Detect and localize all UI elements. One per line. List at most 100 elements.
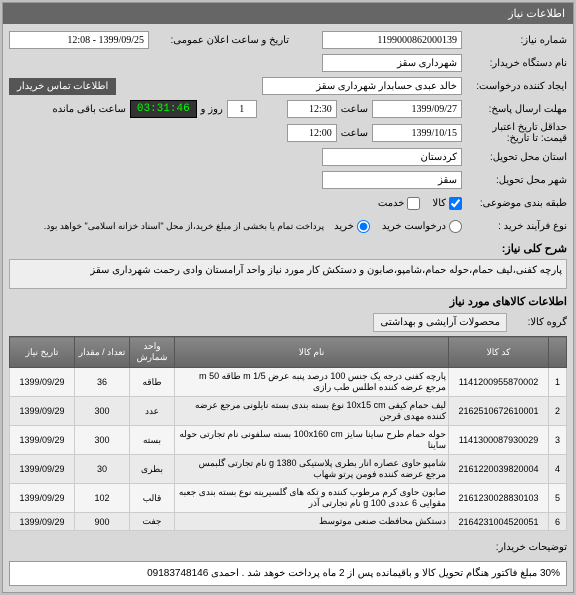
hour-label-1: ساعت <box>337 104 372 115</box>
cell-qty: 102 <box>75 484 130 513</box>
remaining-label: ساعت باقی مانده <box>48 104 129 115</box>
cell-unit: بسته <box>130 426 175 455</box>
payment-note: پرداخت تمام یا بخشی از مبلغ خرید،از محل … <box>44 221 324 232</box>
buyer-org-label: نام دستگاه خریدار: <box>462 58 567 69</box>
table-row[interactable]: 42161220039820004شامپو حاوی عصاره انار ب… <box>10 455 567 484</box>
need-number-input[interactable] <box>322 31 462 49</box>
validity-label: حداقل تاریخ اعتبار قیمت: تا تاریخ: <box>462 122 567 144</box>
budget-type-group: کالا خدمت <box>378 197 462 210</box>
ptype-a-label: درخواست خرید <box>382 221 446 232</box>
cell-name: دستکش محافظت صنعی موتوسط <box>175 513 449 531</box>
budget-goods-option[interactable]: کالا <box>432 197 462 210</box>
announce-label: تاریخ و ساعت اعلان عمومی: <box>149 35 289 46</box>
validity-time-input[interactable] <box>287 124 337 142</box>
deadline-date-input[interactable] <box>372 100 462 118</box>
contacts-button[interactable]: اطلاعات تماس خریدار <box>9 78 116 95</box>
cell-num: 6 <box>549 513 567 531</box>
cell-unit: طاقه <box>130 368 175 397</box>
cell-qty: 900 <box>75 513 130 531</box>
validity-date-input[interactable] <box>372 124 462 142</box>
cell-qty: 300 <box>75 397 130 426</box>
cell-name: صابون حاوی کرم مرطوب کننده و تکه های گلس… <box>175 484 449 513</box>
cell-date: 1399/09/29 <box>10 397 75 426</box>
cell-code: 1141300087930029 <box>449 426 549 455</box>
cell-date: 1399/09/29 <box>10 368 75 397</box>
cell-unit: عدد <box>130 397 175 426</box>
ptype-b-radio[interactable] <box>357 220 370 233</box>
cell-unit: جفت <box>130 513 175 531</box>
cell-name: پارچه کفنی درجه یک جنس 100 درصد پنبه عرض… <box>175 368 449 397</box>
cell-num: 2 <box>549 397 567 426</box>
th-code: کد کالا <box>449 337 549 368</box>
items-info-title: اطلاعات کالاهای مورد نیاز <box>9 295 567 308</box>
table-body: 11141200955870002پارچه کفنی درجه یک جنس … <box>10 368 567 531</box>
info-panel: اطلاعات نیاز شماره نیاز: تاریخ و ساعت اع… <box>2 2 574 593</box>
cell-code: 1141200955870002 <box>449 368 549 397</box>
cell-name: شامپو حاوی عصاره انار بطری پلاستیکی 1380… <box>175 455 449 484</box>
cell-unit: بطری <box>130 455 175 484</box>
city-input[interactable] <box>322 171 462 189</box>
cell-num: 1 <box>549 368 567 397</box>
buyer-notes-label: توضیحات خریدار: <box>462 542 567 553</box>
budget-goods-label: کالا <box>432 198 446 209</box>
th-unit: واحد شمارش <box>130 337 175 368</box>
cell-num: 4 <box>549 455 567 484</box>
cell-name: لیف حمام کیفی 10x15 cm نوع بسته بندی بست… <box>175 397 449 426</box>
deadline-time-input[interactable] <box>287 100 337 118</box>
table-row[interactable]: 31141300087930029حوله حمام طرح ساینا سای… <box>10 426 567 455</box>
panel-body: شماره نیاز: تاریخ و ساعت اعلان عمومی: نا… <box>3 24 573 592</box>
city-label: شهر محل تحویل: <box>462 175 567 186</box>
cell-date: 1399/09/29 <box>10 513 75 531</box>
group-label: گروه کالا: <box>507 317 567 328</box>
ptype-a-option[interactable]: درخواست خرید <box>382 220 462 233</box>
general-desc-box: پارچه کفنی،لیف حمام،حوله حمام،شامپو،صابو… <box>9 259 567 289</box>
budget-type-label: طبقه بندی موضوعی: <box>462 198 567 209</box>
cell-code: 2162510672610001 <box>449 397 549 426</box>
th-date: تاریخ نیاز <box>10 337 75 368</box>
cell-code: 2161220039820004 <box>449 455 549 484</box>
table-row[interactable]: 22162510672610001لیف حمام کیفی 10x15 cm … <box>10 397 567 426</box>
budget-service-label: خدمت <box>378 198 405 209</box>
deadline-label: مهلت ارسال پاسخ: <box>462 104 567 115</box>
cell-num: 3 <box>549 426 567 455</box>
purchase-type-group: درخواست خرید خرید <box>334 220 462 233</box>
creator-label: ایجاد کننده درخواست: <box>462 81 567 92</box>
th-name: نام کالا <box>175 337 449 368</box>
ptype-a-radio[interactable] <box>449 220 462 233</box>
countdown-timer: 03:31:46 <box>130 100 197 118</box>
table-row[interactable]: 11141200955870002پارچه کفنی درجه یک جنس … <box>10 368 567 397</box>
th-num <box>549 337 567 368</box>
ptype-b-option[interactable]: خرید <box>334 220 370 233</box>
cell-name: حوله حمام طرح ساینا سایز 100x160 cm بسته… <box>175 426 449 455</box>
budget-service-checkbox[interactable] <box>407 197 420 210</box>
cell-qty: 36 <box>75 368 130 397</box>
budget-service-option[interactable]: خدمت <box>378 197 421 210</box>
cell-code: 2164231004520051 <box>449 513 549 531</box>
items-table: کد کالا نام کالا واحد شمارش تعداد / مقدا… <box>9 336 567 531</box>
table-row[interactable]: 52161230028830103صابون حاوی کرم مرطوب کن… <box>10 484 567 513</box>
province-label: استان محل تحویل: <box>462 152 567 163</box>
cell-qty: 30 <box>75 455 130 484</box>
budget-goods-checkbox[interactable] <box>449 197 462 210</box>
th-qty: تعداد / مقدار <box>75 337 130 368</box>
buyer-org-input[interactable] <box>322 54 462 72</box>
cell-date: 1399/09/29 <box>10 455 75 484</box>
ptype-b-label: خرید <box>334 221 354 232</box>
general-desc-title: شرح کلی نیاز: <box>9 242 567 255</box>
province-input[interactable] <box>322 148 462 166</box>
hour-label-2: ساعت <box>337 128 372 139</box>
group-value: محصولات آرایشی و بهداشتی <box>373 313 507 332</box>
cell-date: 1399/09/29 <box>10 484 75 513</box>
buyer-notes-box: 30% مبلغ فاکتور هنگام تحویل کالا و باقیم… <box>9 561 567 586</box>
announce-input[interactable] <box>9 31 149 49</box>
creator-input[interactable] <box>262 77 462 95</box>
need-number-label: شماره نیاز: <box>462 35 567 46</box>
cell-code: 2161230028830103 <box>449 484 549 513</box>
cell-num: 5 <box>549 484 567 513</box>
day-label: روز و <box>197 104 227 115</box>
cell-date: 1399/09/29 <box>10 426 75 455</box>
deadline-days-input[interactable] <box>227 100 257 118</box>
panel-title: اطلاعات نیاز <box>3 3 573 24</box>
table-row[interactable]: 62164231004520051دستکش محافظت صنعی موتوس… <box>10 513 567 531</box>
cell-qty: 300 <box>75 426 130 455</box>
